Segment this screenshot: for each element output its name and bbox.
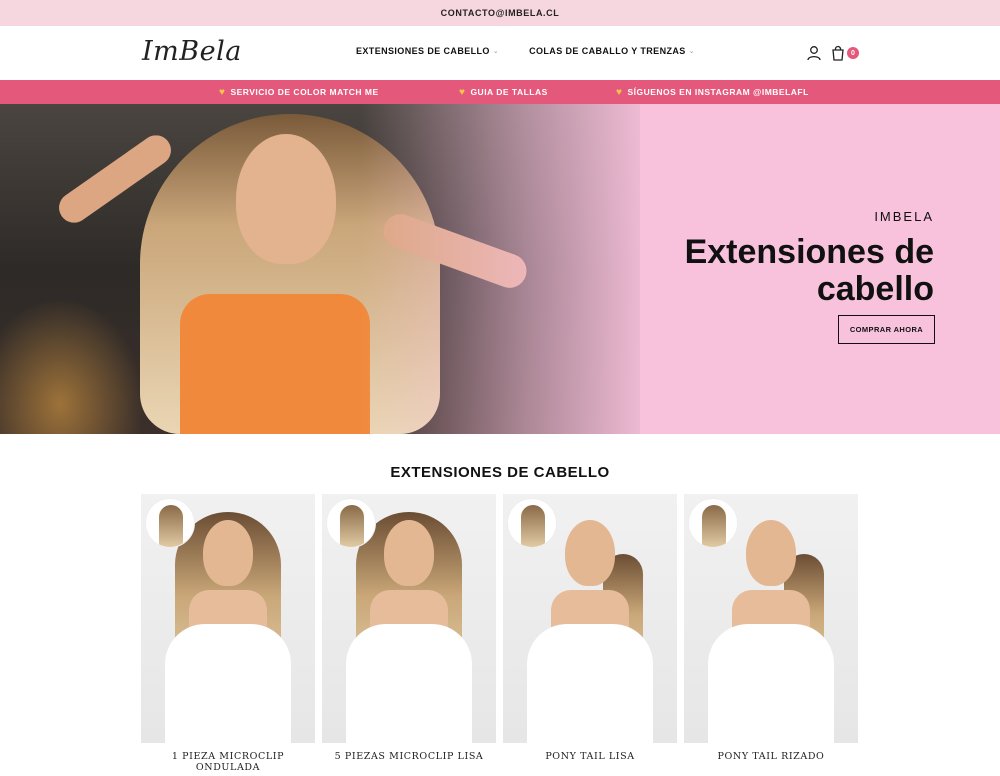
heart-icon: ♥ [616,86,623,98]
nav-item-extensiones[interactable]: EXTENSIONES DE CABELLO ⌄ [356,46,499,56]
site-header: ImBela EXTENSIONES DE CABELLO ⌄ COLAS DE… [0,26,1000,80]
product-image[interactable] [503,494,677,743]
promo-bar: ♥ SERVICIO DE COLOR MATCH ME ♥ GUIA DE T… [0,80,1000,104]
product-image[interactable] [141,494,315,743]
product-image[interactable] [322,494,496,743]
chevron-down-icon: ⌄ [492,48,500,55]
product-image[interactable] [684,494,858,743]
product-card[interactable]: 5 PIEZAS MICROCLIP LISA [322,494,496,773]
main-nav: EXTENSIONES DE CABELLO ⌄ COLAS DE CABALL… [356,46,695,56]
product-card[interactable]: PONY TAIL LISA [503,494,677,773]
site-logo[interactable]: ImBela [142,36,242,67]
contact-email-link[interactable]: CONTACTO@IMBELA.CL [441,8,560,18]
hero-subtitle: IMBELA [874,209,934,224]
hero-title: Extensiones de cabello [684,233,934,308]
product-thumbnail [688,498,738,548]
shopping-bag-icon[interactable] [830,45,846,61]
heart-icon: ♥ [219,86,226,98]
product-card[interactable]: 1 PIEZA MICROCLIP ONDULADA [141,494,315,773]
product-name[interactable]: 5 PIEZAS MICROCLIP LISA [322,751,496,762]
product-name[interactable]: 1 PIEZA MICROCLIP ONDULADA [141,751,315,773]
product-card[interactable]: PONY TAIL RIZADO [684,494,858,773]
product-name[interactable]: PONY TAIL RIZADO [684,751,858,762]
product-thumbnail [326,498,376,548]
nav-item-label: EXTENSIONES DE CABELLO [356,46,490,56]
product-grid: 1 PIEZA MICROCLIP ONDULADA 5 PIEZAS MICR… [141,494,859,773]
heart-icon: ♥ [459,86,466,98]
chevron-down-icon: ⌄ [688,48,695,55]
top-contact-bar: CONTACTO@IMBELA.CL [0,0,1000,26]
section-title: EXTENSIONES DE CABELLO [390,464,610,481]
promo-instagram[interactable]: ♥ SÍGUENOS EN INSTAGRAM @IMBELAFL [616,80,809,104]
shop-now-button[interactable]: COMPRAR AHORA [838,315,935,344]
promo-label: GUIA DE TALLAS [470,87,548,97]
promo-size-guide[interactable]: ♥ GUIA DE TALLAS [459,80,548,104]
product-thumbnail [507,498,557,548]
nav-item-label: COLAS DE CABALLO Y TRENZAS [529,46,686,56]
user-account-icon[interactable] [806,45,822,61]
promo-color-match[interactable]: ♥ SERVICIO DE COLOR MATCH ME [219,80,379,104]
product-thumbnail [145,498,195,548]
promo-label: SERVICIO DE COLOR MATCH ME [230,87,379,97]
product-name[interactable]: PONY TAIL LISA [503,751,677,762]
nav-item-colas[interactable]: COLAS DE CABALLO Y TRENZAS ⌄ [529,46,695,56]
cart-count-badge: 0 [847,47,859,59]
promo-label: SÍGUENOS EN INSTAGRAM @IMBELAFL [627,87,809,97]
hero-banner: IMBELA Extensiones de cabello COMPRAR AH… [0,104,1000,434]
